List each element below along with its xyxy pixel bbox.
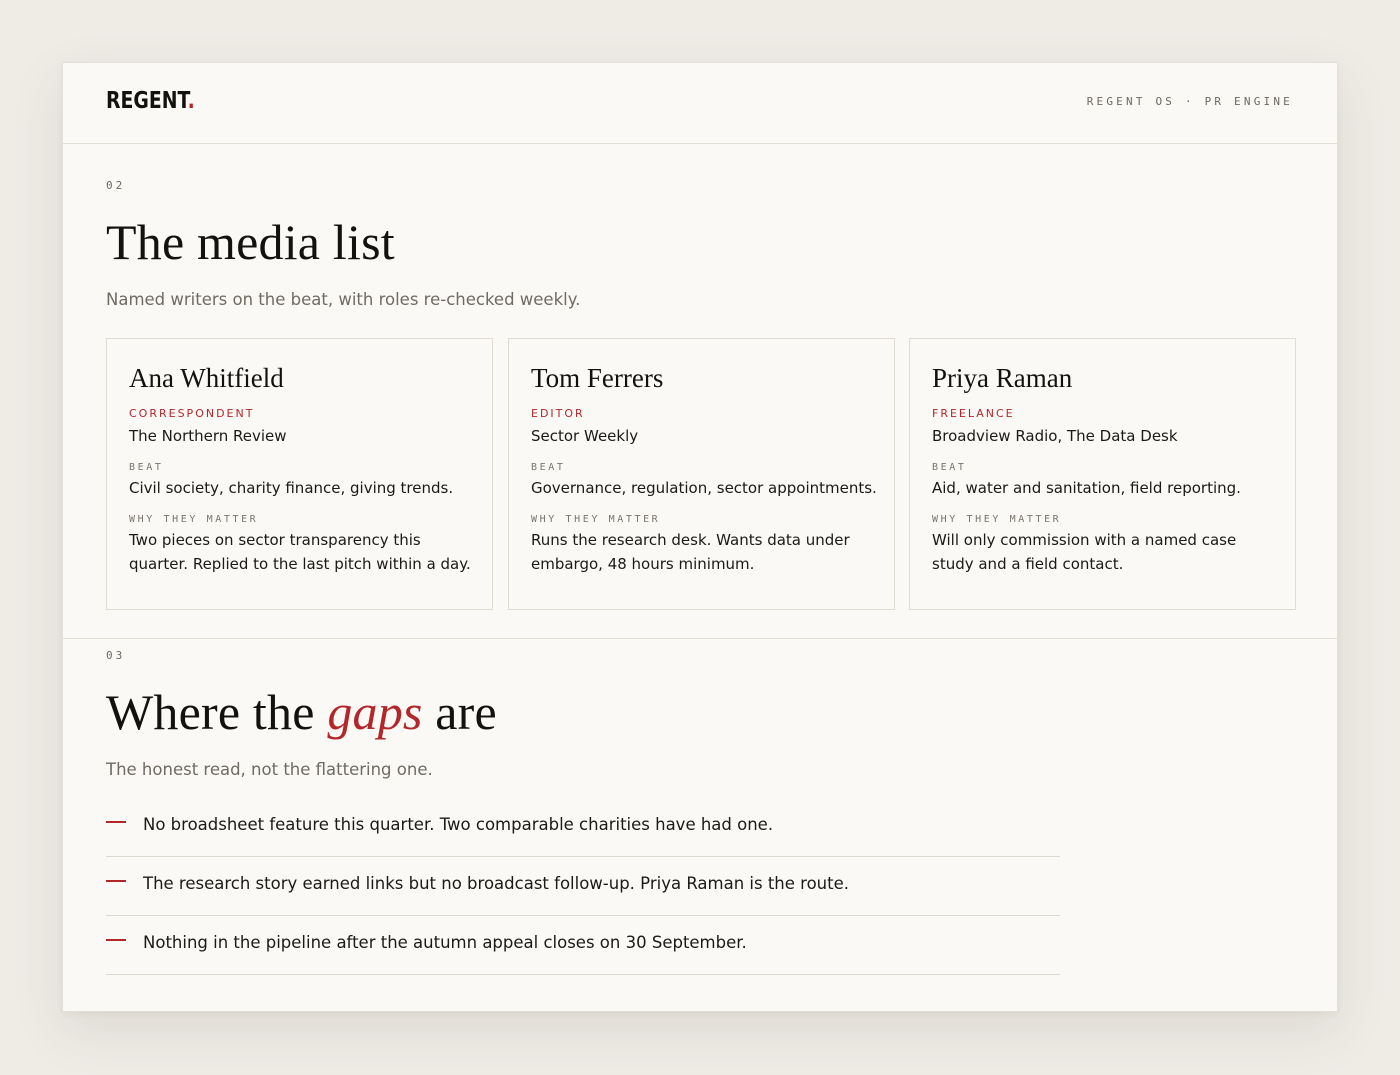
section-number: 03 xyxy=(106,649,126,662)
gap-text: No broadsheet feature this quarter. Two … xyxy=(143,815,774,834)
section-number: 02 xyxy=(106,179,126,192)
why-label: WHY THEY MATTER xyxy=(932,514,1062,525)
writer-name: Ana Whitfield xyxy=(129,363,284,393)
dash-marker-icon xyxy=(106,880,126,882)
writer-name: Tom Ferrers xyxy=(531,363,664,393)
gap-text: Nothing in the pipeline after the autumn… xyxy=(143,933,747,952)
beat-label: BEAT xyxy=(932,462,967,473)
writer-beat: Governance, regulation, sector appointme… xyxy=(531,479,877,497)
writer-role: CORRESPONDENT xyxy=(129,407,255,420)
title-highlight: gaps xyxy=(327,684,423,740)
section-title: The media list xyxy=(106,214,395,270)
section-subtitle: Named writers on the beat, with roles re… xyxy=(106,290,581,309)
beat-label: BEAT xyxy=(531,462,566,473)
writer-role: EDITOR xyxy=(531,407,585,420)
writer-role: FREELANCE xyxy=(932,407,1015,420)
list-item: Nothing in the pipeline after the autumn… xyxy=(106,916,1060,975)
writer-outlet: Sector Weekly xyxy=(531,427,639,445)
beat-label: BEAT xyxy=(129,462,164,473)
system-label: REGENT OS · PR ENGINE xyxy=(1086,95,1293,108)
content-card: REGENT. REGENT OS · PR ENGINE 02 The med… xyxy=(62,62,1338,1012)
list-item: The research story earned links but no b… xyxy=(106,857,1060,916)
writer-beat: Aid, water and sanitation, field reporti… xyxy=(932,479,1241,497)
gaps-list: No broadsheet feature this quarter. Two … xyxy=(106,798,1060,975)
dash-marker-icon xyxy=(106,939,126,941)
writer-outlet: The Northern Review xyxy=(129,427,287,445)
list-item: No broadsheet feature this quarter. Two … xyxy=(106,798,1060,857)
writer-name: Priya Raman xyxy=(932,363,1073,393)
writer-card[interactable]: Ana Whitfield CORRESPONDENT The Northern… xyxy=(106,338,493,610)
gap-text: The research story earned links but no b… xyxy=(143,874,850,893)
regent-logo[interactable]: REGENT. xyxy=(106,88,195,114)
writer-why: Two pieces on sector transparency this q… xyxy=(129,531,471,573)
why-label: WHY THEY MATTER xyxy=(129,514,259,525)
writer-outlet: Broadview Radio, The Data Desk xyxy=(932,427,1178,445)
section-title: Where the gaps are xyxy=(106,684,497,740)
section-subtitle: The honest read, not the flattering one. xyxy=(106,760,433,779)
writer-why: Runs the research desk. Wants data under… xyxy=(531,531,850,573)
writer-card[interactable]: Tom Ferrers EDITOR Sector Weekly BEAT Go… xyxy=(508,338,895,610)
dash-marker-icon xyxy=(106,821,126,823)
writer-card[interactable]: Priya Raman FREELANCE Broadview Radio, T… xyxy=(909,338,1296,610)
why-label: WHY THEY MATTER xyxy=(531,514,661,525)
section-divider xyxy=(63,638,1337,639)
writer-beat: Civil society, charity finance, giving t… xyxy=(129,479,454,497)
top-bar: REGENT. REGENT OS · PR ENGINE xyxy=(63,63,1337,144)
writer-why: Will only commission with a named case s… xyxy=(932,531,1237,573)
